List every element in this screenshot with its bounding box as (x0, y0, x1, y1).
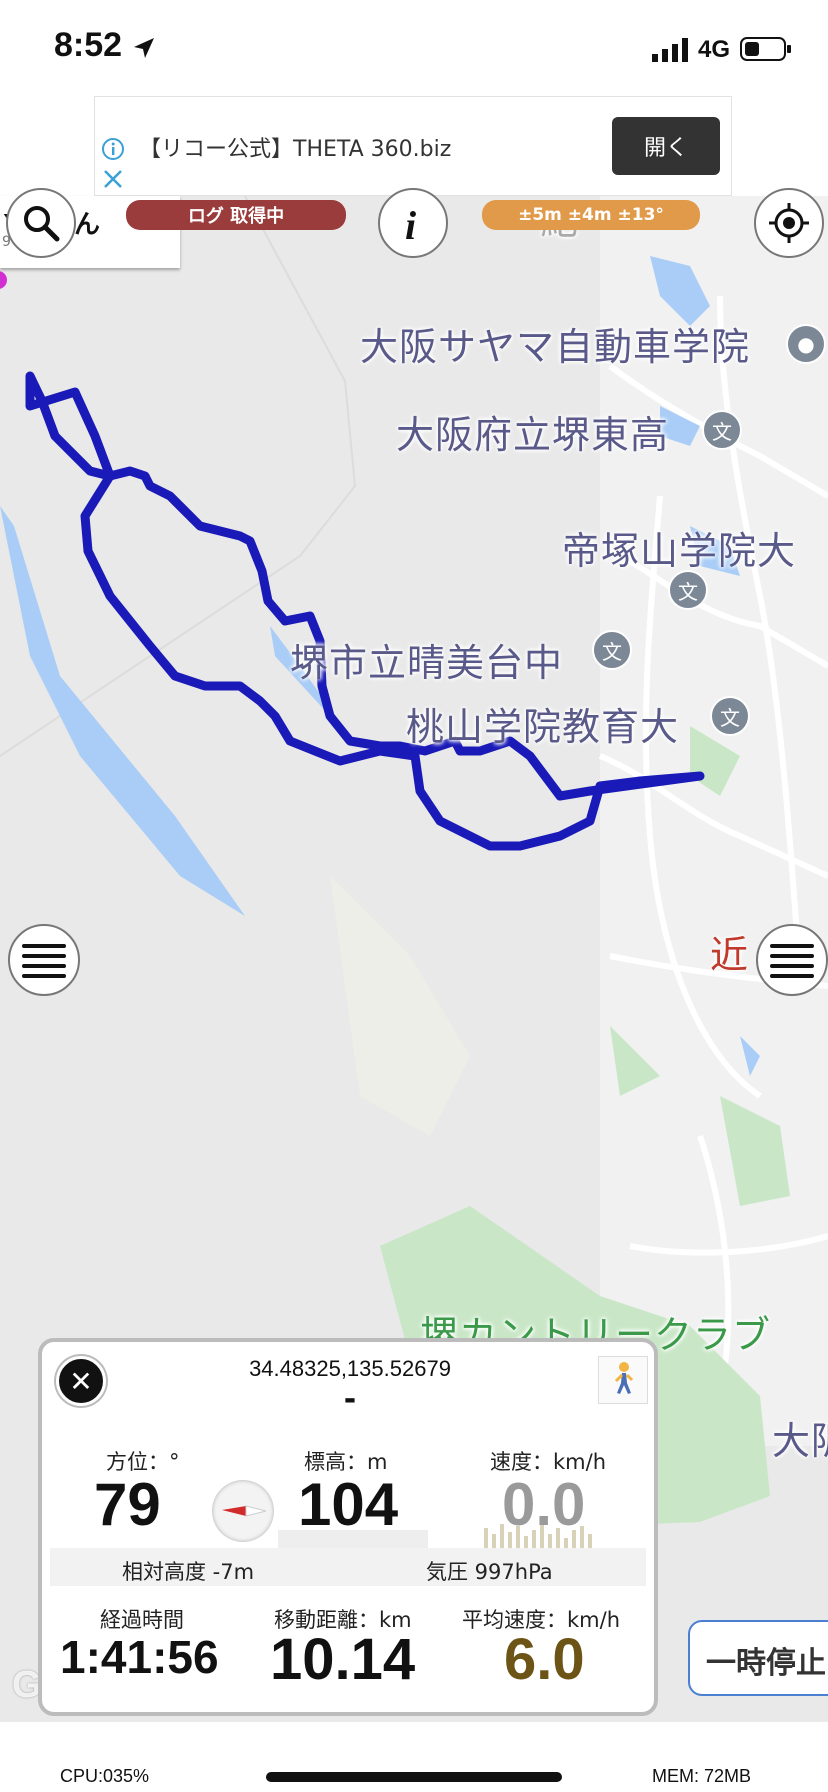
tracking-info-panel: ✕ 34.48325,135.52679 - 方位：° 79 標高：m 104 … (38, 1338, 658, 1716)
avg-speed-value: 6.0 (504, 1627, 585, 1692)
ad-open-button[interactable]: 開く (612, 117, 720, 175)
menu-button-left[interactable] (8, 924, 80, 996)
pause-button[interactable]: 一時停止 (688, 1620, 828, 1696)
gps-accuracy-badge: ±5m ±4m ±13° (482, 200, 700, 230)
poi-label[interactable]: 帝塚山学院大 (562, 520, 796, 575)
status-bar: 8:52 4G (0, 0, 828, 96)
ad-banner[interactable]: 【リコー公式】THETA 360.biz 開く (94, 96, 732, 196)
altitude-value: 104 (298, 1471, 399, 1538)
cpu-usage: CPU:035% (60, 1766, 150, 1786)
coordinates: 34.48325,135.52679 (249, 1356, 451, 1381)
school-icon: 文 (710, 696, 750, 736)
menu-icon (22, 944, 66, 978)
svg-text:i: i (405, 203, 416, 245)
distance-value: 10.14 (270, 1627, 416, 1692)
land-area (330, 876, 470, 1136)
bottom-bar: CPU:035% MEM: 72MB (0, 1722, 828, 1792)
poi-label[interactable]: 大阪 (772, 1410, 828, 1465)
place-name: - (343, 1382, 357, 1417)
current-location-button[interactable] (754, 188, 824, 258)
speed-value: 0.0 (502, 1471, 586, 1538)
poi-label[interactable]: 堺市立晴美台中 (290, 632, 563, 687)
cellular-signal-icon (652, 38, 688, 62)
ad-close-icon[interactable] (101, 167, 125, 191)
menu-icon (770, 944, 814, 978)
pressure: 気圧 997hPa (426, 1560, 553, 1584)
poi-pin-icon: ● (786, 324, 826, 364)
school-icon: 文 (702, 410, 742, 450)
relative-altitude: 相対高度 -7m (122, 1560, 255, 1584)
battery-icon (740, 37, 791, 61)
menu-button-right[interactable] (756, 924, 828, 996)
home-indicator[interactable] (266, 1772, 562, 1782)
poi-label[interactable]: 大阪府立堺東高 (396, 404, 669, 459)
poi-label[interactable]: 桃山学院教育大 (406, 696, 679, 751)
school-icon: 文 (668, 570, 708, 610)
crosshair-icon (769, 203, 809, 243)
position-marker (0, 271, 7, 289)
search-button[interactable] (6, 188, 76, 258)
memory-usage: MEM: 72MB (652, 1766, 752, 1786)
location-arrow-icon (134, 38, 154, 58)
heading-value: 79 (94, 1471, 161, 1538)
walking-mode-icon[interactable] (598, 1356, 648, 1404)
info-button[interactable]: i (378, 188, 448, 258)
walker-icon (614, 1362, 634, 1394)
network-type: 4G (698, 36, 731, 63)
poi-label[interactable]: 近 (710, 924, 749, 979)
school-icon: 文 (592, 630, 632, 670)
info-icon: i (405, 203, 416, 245)
search-icon (24, 206, 60, 242)
ad-text[interactable]: 【リコー公式】THETA 360.biz (139, 131, 451, 163)
status-time: 8:52 (54, 26, 123, 64)
poi-label[interactable]: 大阪サヤマ自動車学院 (360, 316, 750, 371)
compass-icon (212, 1480, 274, 1542)
elapsed-value: 1:41:56 (60, 1631, 219, 1683)
log-status-badge: ログ 取得中 (126, 200, 346, 230)
ad-info-icon[interactable] (101, 137, 125, 161)
